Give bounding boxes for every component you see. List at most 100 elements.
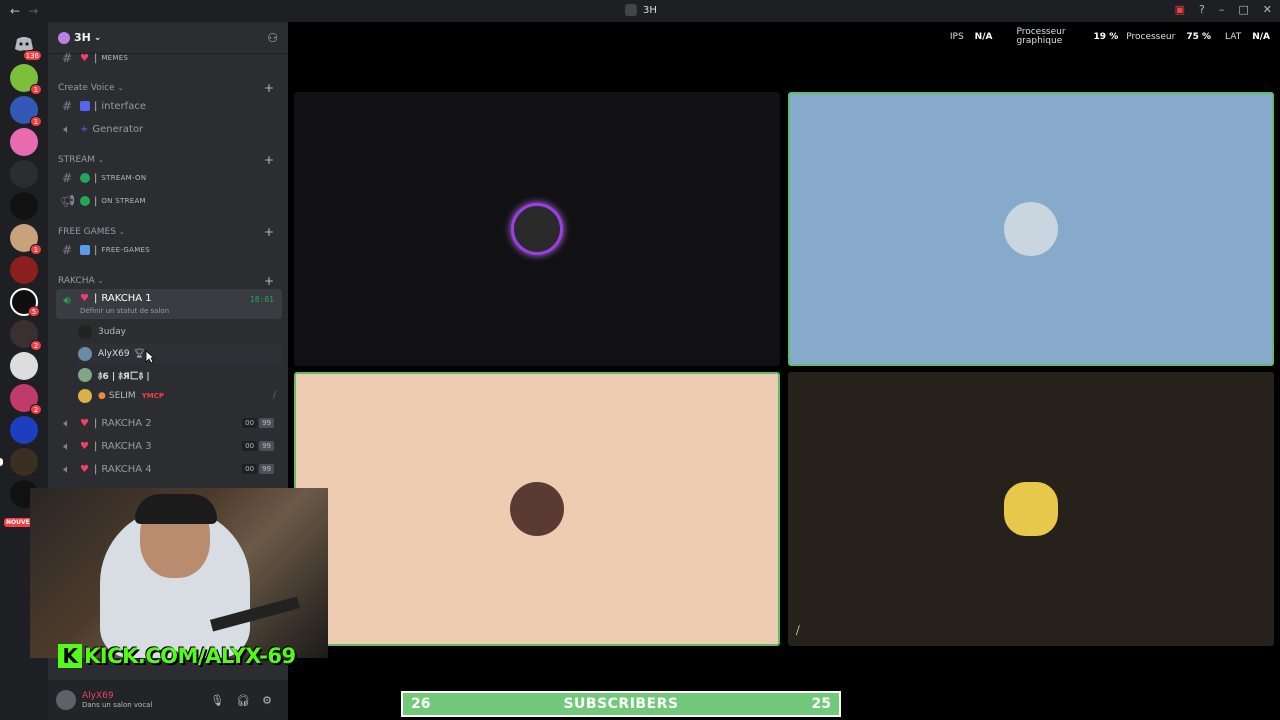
- heart-icon: ♥: [80, 440, 89, 452]
- avatar: [78, 325, 92, 339]
- server-icon[interactable]: [10, 128, 38, 156]
- channel-rakcha-3[interactable]: 🔈︎ ♥ | RAKCHA 3 00 99: [56, 436, 282, 456]
- help-icon[interactable]: ?: [1199, 3, 1205, 16]
- avatar: [78, 389, 92, 403]
- voice-user[interactable]: AlyX69 🏆︎: [78, 344, 282, 364]
- server-icon[interactable]: [10, 416, 38, 444]
- add-channel-icon[interactable]: +: [264, 81, 274, 95]
- user-controls: 🎙︎ 🎧︎ ⚙: [210, 694, 272, 707]
- chevron-down-icon: ⌄: [97, 277, 104, 285]
- avatar: [1004, 202, 1058, 256]
- channel-free-games[interactable]: # | FREE-GAMES: [56, 240, 282, 260]
- server-icon[interactable]: 1: [10, 64, 42, 95]
- user-limit: 00 99: [242, 464, 274, 474]
- plus-icon: +: [80, 123, 89, 135]
- interface-icon: [80, 101, 90, 111]
- category-stream[interactable]: STREAM ⌄ +: [58, 153, 282, 167]
- voice-channel-icon: 🔈︎: [63, 415, 71, 430]
- channel-on-stream[interactable]: 📢︎ | ON STREAM: [56, 191, 282, 211]
- green-circle-icon: [80, 173, 90, 183]
- category-free-games[interactable]: FREE GAMES ⌄ +: [58, 225, 282, 239]
- heart-icon: ♥: [80, 293, 89, 304]
- voice-timer: 18:01: [249, 295, 274, 304]
- server-icon[interactable]: 2: [10, 384, 42, 415]
- channel-interface[interactable]: # | interface: [56, 96, 282, 116]
- server-icon[interactable]: [0, 448, 38, 476]
- nav-buttons: ← →: [10, 4, 38, 18]
- headphones-icon[interactable]: 🎧︎: [236, 694, 250, 707]
- server-icon[interactable]: [10, 160, 38, 188]
- voice-stage: IPS N/A Processeur graphique 19 % Processe…: [288, 22, 1280, 720]
- channel-rakcha-4[interactable]: 🔈︎ ♥ | RAKCHA 4 00 99: [56, 459, 282, 479]
- maximize-icon[interactable]: □: [1238, 3, 1248, 16]
- add-channel-icon[interactable]: +: [264, 225, 274, 239]
- channel-rakcha-2[interactable]: 🔈︎ ♥ | RAKCHA 2 00 99: [56, 413, 282, 433]
- microphone-icon[interactable]: 🎙︎: [210, 694, 224, 707]
- trophy-icon: 🏆︎: [133, 349, 146, 359]
- user-limit: 00 99: [242, 418, 274, 428]
- heart-icon: ♥: [80, 463, 89, 475]
- channel-status[interactable]: Définir un statut de salon: [80, 307, 169, 315]
- active-pill: [0, 458, 3, 466]
- performance-overlay: IPS N/A Processeur graphique 19 % Processe…: [949, 27, 1270, 46]
- chevron-down-icon: ⌄: [118, 228, 125, 236]
- add-channel-icon[interactable]: +: [264, 153, 274, 167]
- chevron-down-icon: ⌄: [117, 84, 124, 92]
- gear-icon[interactable]: ⚙: [262, 694, 272, 707]
- subscribers-bar: 26 SUBSCRIBERS 25: [401, 691, 841, 717]
- window-titlebar: ← → 3H ▣ ? – □ ✕: [0, 0, 1280, 22]
- voice-channel-icon: 🔈︎: [63, 461, 71, 476]
- arrow-right-icon[interactable]: →: [28, 4, 38, 18]
- voice-channel-icon: 🔈︎: [63, 438, 71, 453]
- server-icon[interactable]: [10, 352, 38, 380]
- server-icon[interactable]: 5: [10, 288, 40, 317]
- channel-rakcha-1[interactable]: 🔊︎ ♥ | RAKCHA 1 18:01 Définir un statut …: [56, 289, 282, 319]
- kick-logo-icon: K: [58, 644, 82, 668]
- avatar: [78, 347, 92, 361]
- channel-generator[interactable]: 🔈︎ + Generator: [56, 119, 282, 139]
- server-icon[interactable]: [10, 192, 38, 220]
- arrow-left-icon[interactable]: ←: [10, 4, 20, 18]
- server-icon[interactable]: 1: [10, 224, 42, 255]
- stage-channel-icon: 📢︎: [60, 194, 76, 208]
- close-icon[interactable]: ✕: [1263, 3, 1272, 16]
- free-games-icon: [80, 245, 90, 255]
- server-icon[interactable]: 1: [10, 96, 42, 127]
- deafened-icon: ⧸: [796, 624, 800, 637]
- chevron-down-icon: ⌄: [93, 32, 102, 43]
- server-badge-icon: [58, 31, 70, 44]
- avatar: [78, 368, 92, 382]
- participant-tile[interactable]: [294, 92, 780, 366]
- category-rakcha[interactable]: RAKCHA ⌄ +: [58, 274, 282, 288]
- home-button[interactable]: 136: [10, 30, 42, 61]
- kick-banner: K KICK.COM/ALYX-69: [58, 644, 296, 668]
- user-limit: 00 99: [242, 441, 274, 451]
- avatar: [510, 482, 564, 536]
- participant-tile[interactable]: [294, 372, 780, 646]
- server-icon: [625, 4, 637, 16]
- participant-tile[interactable]: ⧸: [788, 372, 1274, 646]
- add-channel-icon[interactable]: +: [264, 274, 274, 288]
- text-channel-icon: #: [61, 51, 73, 65]
- user-panel: AlyX69 Dans un salon vocal 🎙︎ 🎧︎ ⚙: [48, 680, 288, 720]
- home-badge: 136: [22, 50, 42, 61]
- voice-user[interactable]: ● SELIM YMCP ⧸: [78, 386, 282, 406]
- flame-icon: ●: [98, 391, 106, 401]
- voice-user[interactable]: 3uday: [78, 322, 282, 342]
- invite-icon[interactable]: ⚇: [267, 31, 278, 45]
- participant-tile[interactable]: [788, 92, 1274, 366]
- server-icon[interactable]: [10, 256, 38, 284]
- server-icon[interactable]: 2: [10, 320, 42, 351]
- minimize-icon[interactable]: –: [1219, 3, 1225, 16]
- deafened-icon: ⧸: [272, 391, 276, 401]
- chevron-down-icon: ⌄: [98, 156, 104, 164]
- voice-user[interactable]: ﾎ𝟲 | ﾎЯ匚ﾎ |: [78, 365, 282, 385]
- avatar[interactable]: [56, 690, 76, 710]
- category-create-voice[interactable]: Create Voice ⌄ +: [58, 81, 282, 95]
- channel-memes[interactable]: # ♥ | MEMES: [56, 48, 282, 68]
- inbox-icon[interactable]: ▣: [1175, 3, 1185, 16]
- mouse-cursor-icon: [145, 350, 155, 364]
- channel-stream-on[interactable]: # | STREAM-ON: [56, 168, 282, 188]
- avatar: [1004, 482, 1058, 536]
- titlebar-controls: ▣ ? – □ ✕: [1175, 3, 1272, 16]
